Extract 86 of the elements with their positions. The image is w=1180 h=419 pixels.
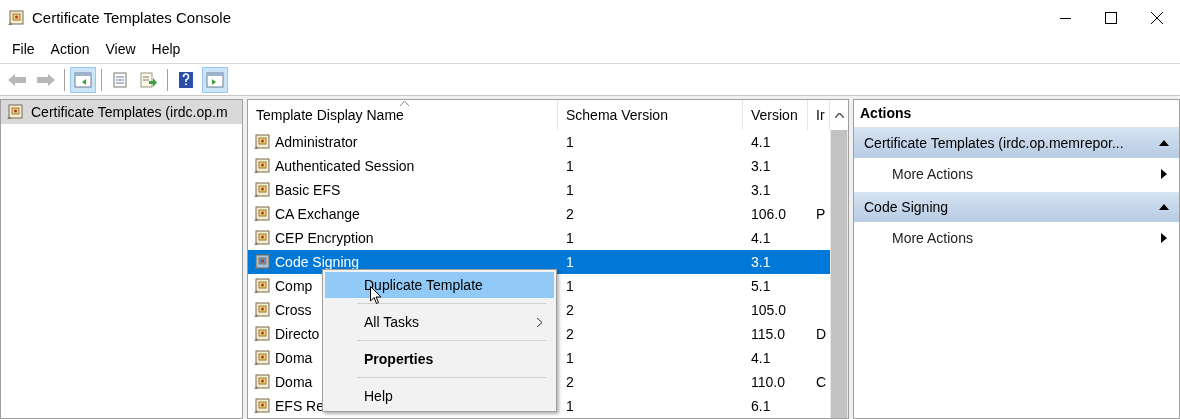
table-cell-text: P	[816, 204, 826, 224]
table-cell-text: 1	[566, 276, 574, 296]
certificate-icon	[254, 350, 270, 366]
pane-title: Actions	[860, 104, 912, 123]
table-cell-text: 4.1	[751, 228, 771, 248]
table-cell-text: D	[816, 324, 827, 344]
action-group-header[interactable]: Certificate Templates (irdc.op.memrepor...	[854, 128, 1179, 158]
document-list-icon	[112, 71, 128, 88]
table-cell-text: Doma	[275, 372, 313, 392]
back-arrow-icon	[7, 71, 27, 88]
export-list-icon	[140, 71, 158, 88]
table-cell-text: 110.0	[751, 372, 785, 392]
menu-item[interactable]: File	[4, 39, 43, 60]
help-icon	[178, 70, 194, 89]
pane-right-icon	[206, 71, 224, 88]
context-menu-item[interactable]: Duplicate Template	[325, 272, 554, 298]
table-cell-text: 6.1	[751, 396, 771, 416]
maximize-icon	[1105, 12, 1117, 24]
column-header[interactable]: Version	[743, 100, 808, 130]
certificate-icon	[254, 278, 270, 294]
scroll-up-icon	[834, 112, 844, 118]
table-cell-text: 5.1	[751, 276, 771, 296]
table-cell-text: Basic EFS	[275, 180, 341, 200]
table-cell-text: Code Signing	[275, 252, 360, 272]
table-cell-text: 1	[566, 348, 574, 368]
context-menu-item[interactable]: Help	[325, 383, 554, 409]
scrollbar[interactable]	[830, 100, 848, 418]
context-menu-item[interactable]: Properties	[325, 346, 554, 372]
table-cell-text: 1	[566, 156, 574, 176]
collapse-icon	[1159, 204, 1169, 210]
window-title: Certificate Templates Console	[32, 7, 231, 28]
context-menu-item[interactable]: All Tasks	[325, 309, 554, 335]
certificate-icon	[254, 230, 270, 246]
action-group-header[interactable]: Code Signing	[854, 192, 1179, 222]
minimize-icon	[1059, 17, 1071, 19]
table-cell-text: CEP Encryption	[275, 228, 374, 248]
table-cell-text: 2	[566, 372, 574, 392]
table-cell-text: Administrator	[275, 132, 358, 152]
menu-item[interactable]: Help	[143, 39, 189, 60]
certificate-icon	[254, 182, 270, 198]
certificate-icon	[8, 10, 24, 26]
table-cell-text: 3.1	[751, 252, 771, 272]
table-cell-text: 2	[566, 300, 574, 320]
table-cell-text: 115.0	[751, 324, 785, 344]
forward-arrow-icon	[36, 71, 56, 88]
table-cell-text: Authenticated Session	[275, 156, 415, 176]
tree-item[interactable]: Certificate Templates (irdc.op.m	[1, 100, 242, 124]
table-cell-text: 1	[566, 252, 574, 272]
certificate-icon	[254, 398, 270, 414]
table-cell-text: Doma	[275, 348, 313, 368]
table-cell-text: 2	[566, 204, 574, 224]
pane-left-icon	[74, 71, 92, 88]
table-cell-text: Comp	[275, 276, 313, 296]
close-icon	[1151, 12, 1163, 24]
certificate-icon	[254, 326, 270, 342]
column-header[interactable]: Template Display Name	[248, 100, 558, 130]
action-item[interactable]: More Actions	[854, 158, 1179, 190]
table-cell-text: 4.1	[751, 348, 771, 368]
collapse-icon	[1159, 140, 1169, 146]
table-cell-text: 1	[566, 132, 574, 152]
table-cell-text: 2	[566, 324, 574, 344]
certificate-icon	[254, 374, 270, 390]
certificate-icon	[254, 254, 270, 270]
table-cell-text: 1	[566, 180, 574, 200]
submenu-arrow-icon	[1161, 233, 1167, 243]
table-cell-text: CA Exchange	[275, 204, 360, 224]
table-cell-text: 3.1	[751, 156, 771, 176]
table-cell-text: C	[816, 372, 827, 392]
table-cell-text: 1	[566, 228, 574, 248]
menu-item[interactable]: View	[97, 39, 144, 60]
table-cell-text: Cross	[275, 300, 312, 320]
column-header[interactable]: Schema Version	[558, 100, 743, 130]
table-cell-text: 1	[566, 396, 574, 416]
menu-item[interactable]: Action	[42, 39, 98, 60]
certificate-icon	[254, 302, 270, 318]
table-cell-text: Directo	[275, 324, 320, 344]
action-item[interactable]: More Actions	[854, 222, 1179, 254]
certificate-icon	[254, 134, 270, 150]
table-cell-text: 3.1	[751, 180, 771, 200]
certificate-icon	[254, 158, 270, 174]
table-cell-text: 105.0	[751, 300, 787, 320]
table-cell-text: 4.1	[751, 132, 771, 152]
submenu-arrow-icon	[1161, 169, 1167, 179]
table-cell-text: 106.0	[751, 204, 787, 224]
certificate-icon	[254, 206, 270, 222]
certificate-icon	[7, 104, 23, 120]
